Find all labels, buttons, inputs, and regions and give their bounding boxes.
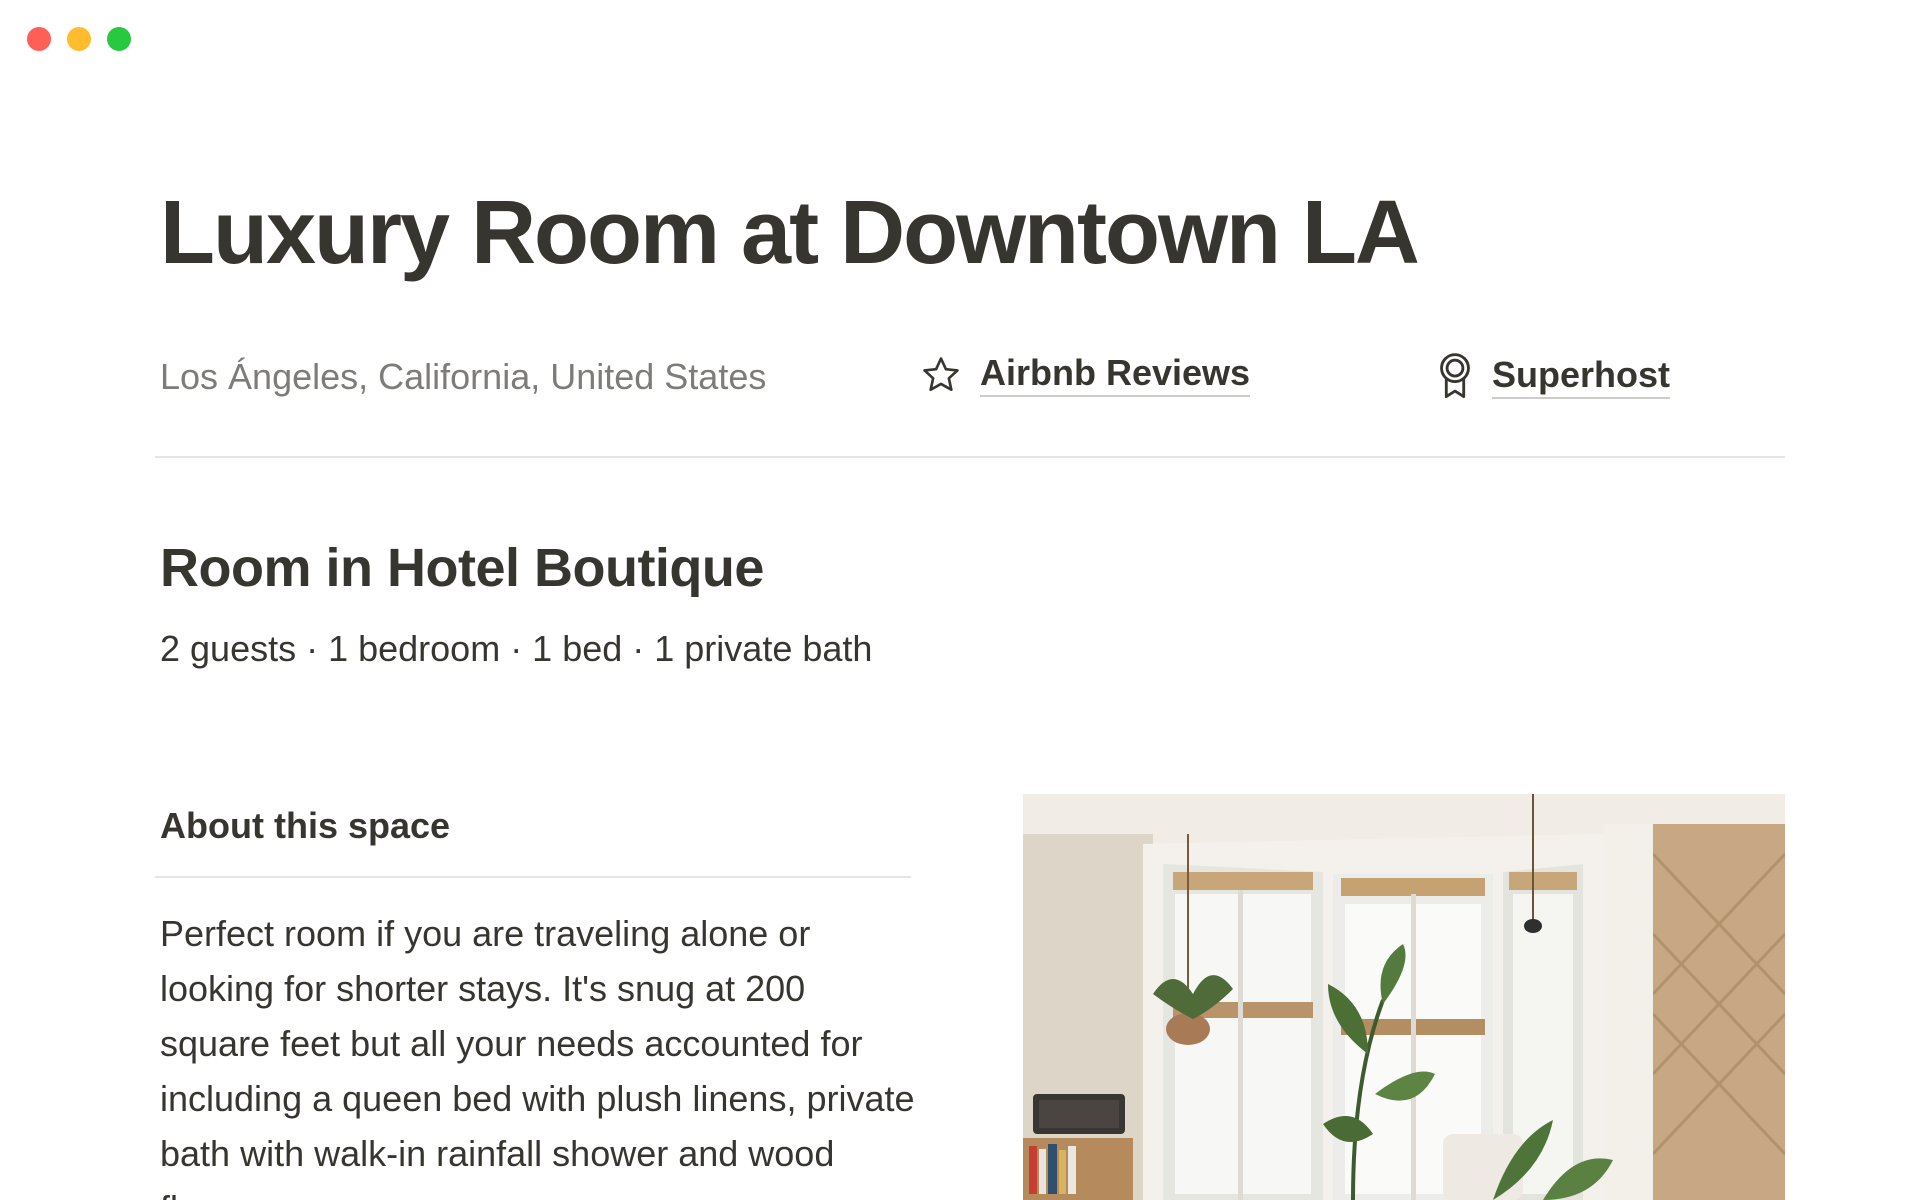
minimize-button[interactable] [67, 27, 91, 51]
page-title: Luxury Room at Downtown LA [160, 183, 1420, 283]
room-photo [1023, 794, 1785, 1200]
maximize-button[interactable] [107, 27, 131, 51]
award-ribbon-icon [1440, 353, 1470, 399]
room-specs: 2 guests · 1 bedroom · 1 bed · 1 private… [160, 628, 873, 669]
about-description: Perfect room if you are traveling alone … [160, 913, 915, 1200]
about-heading: About this space [160, 805, 451, 846]
superhost-link[interactable]: Superhost [1436, 352, 1671, 400]
airbnb-reviews-label[interactable]: Airbnb Reviews [980, 352, 1251, 397]
star-icon [923, 356, 959, 391]
room-photo-illustration [1023, 794, 1785, 1200]
airbnb-reviews-link[interactable]: Airbnb Reviews [920, 352, 1251, 397]
window-controls [27, 27, 131, 51]
listing-meta-row: Los Ángeles, California, United States A… [160, 352, 1790, 402]
room-type-heading: Room in Hotel Boutique [160, 538, 764, 598]
superhost-label[interactable]: Superhost [1492, 354, 1671, 399]
close-button[interactable] [27, 27, 51, 51]
section-divider [155, 456, 1785, 458]
location-text: Los Ángeles, California, United States [160, 356, 767, 397]
about-divider [155, 876, 911, 878]
app-window: Luxury Room at Downtown LA Los Ángeles, … [0, 0, 1920, 1200]
